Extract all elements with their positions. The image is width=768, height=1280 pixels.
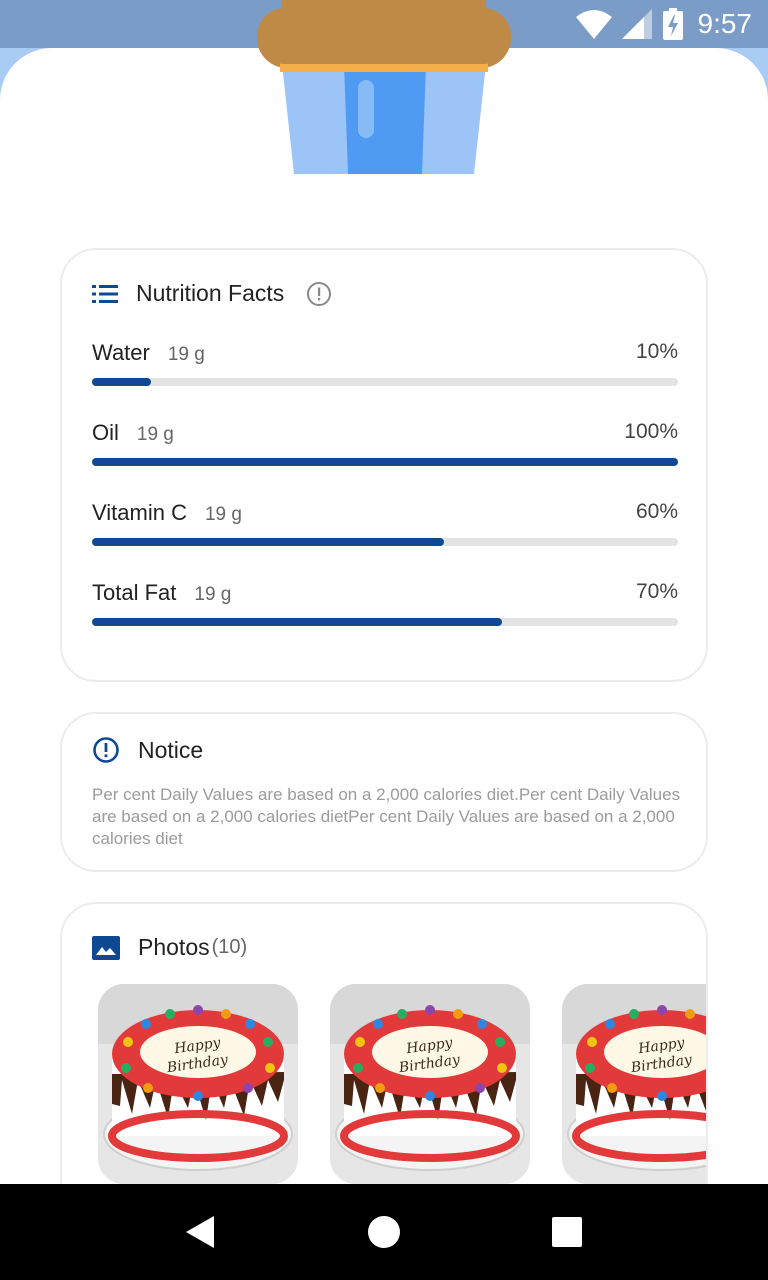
recents-button[interactable] bbox=[537, 1202, 597, 1262]
progress-fill bbox=[92, 378, 151, 386]
nutrient-amount: 19 g bbox=[194, 584, 232, 605]
photo-thumbnail[interactable]: Happy Birthday bbox=[562, 984, 706, 1184]
nutrient-percent: 100% bbox=[624, 420, 678, 443]
navigation-bar bbox=[0, 1184, 768, 1280]
battery-charging-icon bbox=[662, 8, 683, 40]
nutrition-title: Nutrition Facts bbox=[136, 280, 285, 306]
nutrient-name: Oil bbox=[92, 420, 119, 445]
nutrient-row-water: Water 19 g 10% bbox=[92, 340, 678, 386]
nutrient-percent: 70% bbox=[635, 580, 678, 603]
cake-image: Happy Birthday bbox=[330, 984, 530, 1184]
notice-title: Notice bbox=[138, 736, 204, 763]
nutrient-percent: 10% bbox=[635, 340, 678, 363]
photos-title: Photos bbox=[138, 934, 210, 960]
nutrient-row-total-fat: Total Fat 19 g 70% bbox=[92, 580, 678, 626]
main-sheet: Nutrition Facts Water 19 g 10% Oil 19 g 10… bbox=[0, 48, 768, 1184]
back-button[interactable] bbox=[171, 1202, 231, 1262]
alert-circle-icon bbox=[93, 737, 119, 763]
progress-track bbox=[92, 378, 678, 386]
nutrition-header: Nutrition Facts bbox=[92, 280, 332, 307]
progress-fill bbox=[92, 538, 444, 546]
wifi-icon bbox=[575, 10, 612, 39]
notice-card: Notice Per cent Daily Values are based o… bbox=[60, 712, 708, 872]
home-icon bbox=[367, 1216, 400, 1248]
home-button[interactable] bbox=[354, 1202, 414, 1262]
image-icon bbox=[92, 935, 120, 960]
notice-text: Per cent Daily Values are based on a 2,0… bbox=[92, 785, 681, 848]
progress-track bbox=[92, 458, 678, 466]
info-icon[interactable] bbox=[306, 281, 332, 307]
progress-fill bbox=[92, 618, 503, 626]
nutrient-amount: 19 g bbox=[204, 504, 242, 525]
photo-thumbnail[interactable]: Happy Birthday bbox=[98, 984, 298, 1184]
back-icon bbox=[186, 1216, 215, 1248]
nutrient-amount: 19 g bbox=[136, 424, 174, 445]
photo-thumbnail[interactable]: Happy Birthday bbox=[330, 984, 530, 1184]
photos-header: Photos (10) bbox=[92, 934, 247, 961]
cake-image: Happy Birthday bbox=[98, 984, 298, 1184]
nutrient-amount: 19 g bbox=[167, 344, 205, 365]
nutrition-facts-card: Nutrition Facts Water 19 g 10% Oil 19 g 10… bbox=[60, 248, 708, 682]
drink-cup-illustration bbox=[257, 0, 511, 174]
recents-icon bbox=[551, 1217, 582, 1247]
nutrient-name: Vitamin C bbox=[92, 500, 187, 525]
notice-header: Notice bbox=[92, 736, 203, 764]
status-time: 9:57 bbox=[697, 8, 753, 39]
cell-signal-icon bbox=[621, 9, 652, 39]
nutrient-row-oil: Oil 19 g 100% bbox=[92, 420, 678, 466]
photo-strip[interactable]: Happy Birthday Happy Birthday Happy Birt… bbox=[98, 984, 706, 1184]
progress-track bbox=[92, 538, 678, 546]
progress-track bbox=[92, 618, 678, 626]
nutrient-name: Water bbox=[92, 340, 150, 365]
photos-count: (10) bbox=[211, 936, 248, 958]
nutrient-name: Total Fat bbox=[92, 580, 177, 605]
cake-image: Happy Birthday bbox=[562, 984, 706, 1184]
nutrient-percent: 60% bbox=[635, 500, 678, 523]
nutrient-row-vitamin-c: Vitamin C 19 g 60% bbox=[92, 500, 678, 546]
photos-card: Photos (10) Happy Birthday Happy Birthda… bbox=[60, 902, 708, 1184]
list-icon bbox=[92, 284, 118, 303]
progress-fill bbox=[92, 458, 678, 466]
